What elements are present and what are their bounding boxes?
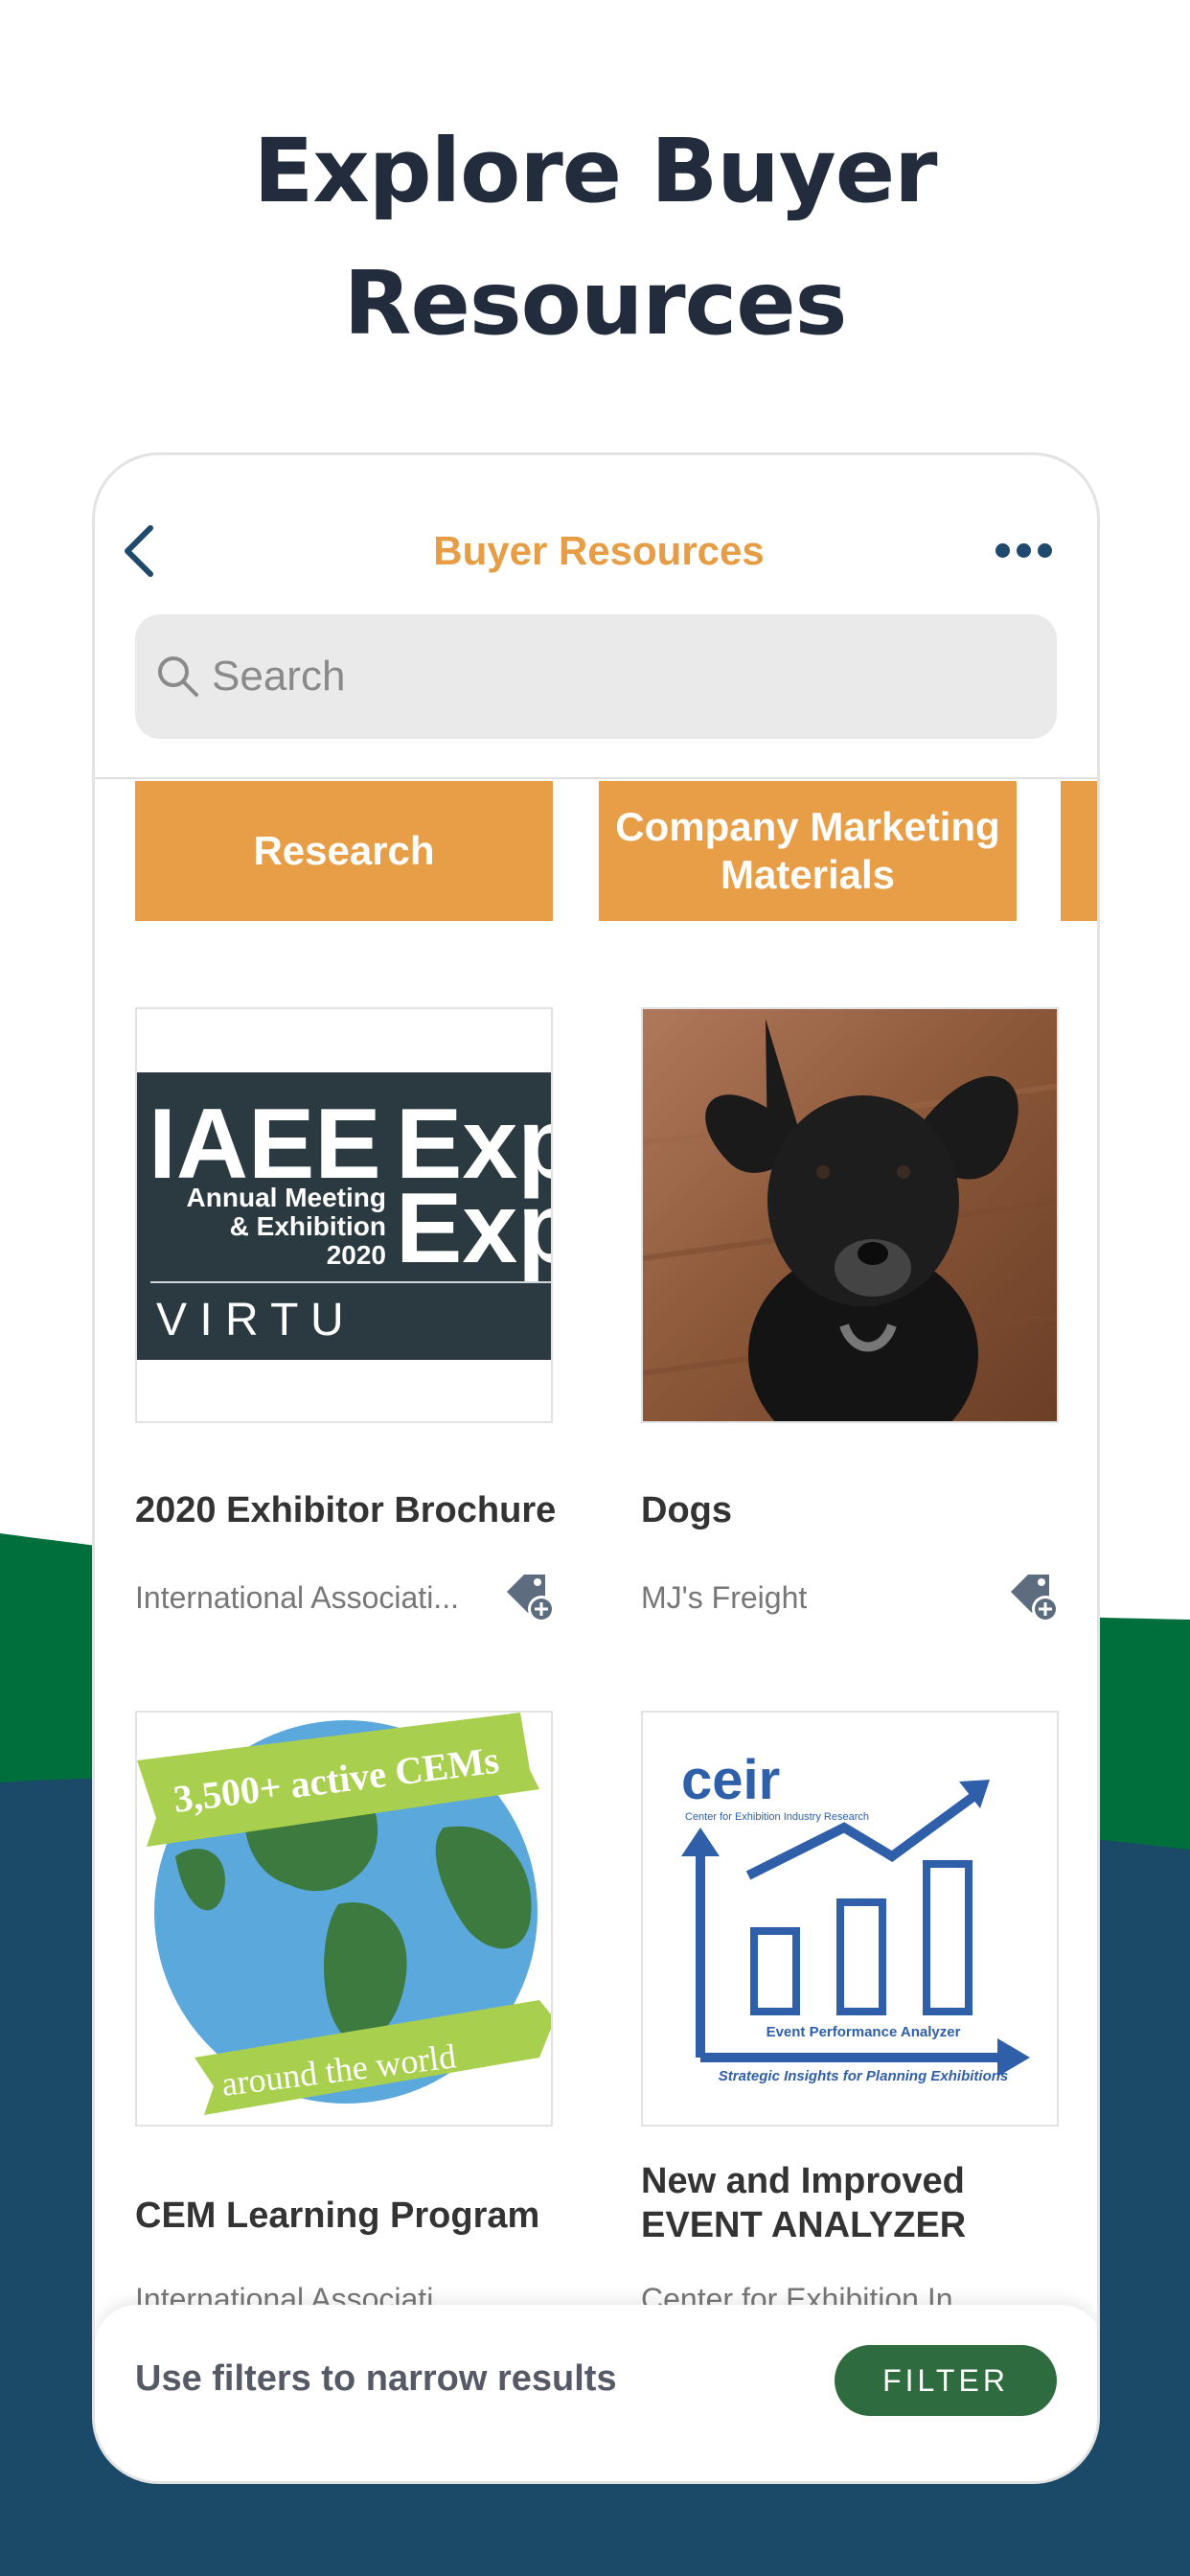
svg-text:Strategic Insights for Plannin: Strategic Insights for Planning Exhibiti…: [719, 2068, 1009, 2084]
card-image-exhibitor-brochure[interactable]: IAEE Exp Exp Annual Meeting & Exhibition…: [135, 1007, 553, 1423]
filter-button[interactable]: FILTER: [835, 2345, 1057, 2416]
card-title[interactable]: 2020 Exhibitor Brochure: [135, 1488, 556, 1532]
svg-text:ceir: ceir: [681, 1749, 780, 1811]
category-chip-research[interactable]: Research: [135, 781, 553, 921]
svg-text:& Exhibition: & Exhibition: [230, 1211, 386, 1241]
card-subtitle: International Associati...: [135, 1580, 459, 1615]
svg-text:Center for Exhibition Industry: Center for Exhibition Industry Research: [685, 1811, 869, 1823]
add-tag-icon[interactable]: [1007, 1571, 1061, 1624]
category-chip-more[interactable]: [1061, 781, 1097, 921]
card-subtitle: MJ's Freight: [641, 1580, 808, 1615]
svg-text:Event Performance Analyzer: Event Performance Analyzer: [767, 2024, 961, 2040]
nav-title: Buyer Resources: [433, 528, 765, 573]
search-icon: [158, 656, 198, 697]
hero-title: Explore Buyer Resources: [253, 120, 938, 355]
card-image-event-analyzer[interactable]: ceir Center for Exhibition Industry Rese…: [641, 1711, 1059, 2127]
card-image-dogs[interactable]: [641, 1007, 1059, 1423]
card-title[interactable]: New and Improved EVENT ANALYZER: [641, 2159, 966, 2247]
more-horizontal-icon[interactable]: [995, 543, 1053, 563]
category-chip-company-marketing[interactable]: Company Marketing Materials: [599, 781, 1017, 921]
svg-text:Exp: Exp: [396, 1173, 553, 1284]
card-image-cem-learning[interactable]: 3,500+ active CEMs around the world: [135, 1711, 553, 2127]
search-input[interactable]: Search: [135, 614, 1057, 739]
svg-text:Annual Meeting: Annual Meeting: [187, 1183, 386, 1212]
add-tag-icon[interactable]: [503, 1571, 557, 1624]
svg-text:2020: 2020: [327, 1240, 386, 1270]
divider: [95, 777, 1097, 779]
phone-frame: Buyer Resources Search Research Company …: [92, 452, 1100, 2484]
filter-bar: Use filters to narrow results FILTER: [95, 2305, 1097, 2481]
card-title[interactable]: CEM Learning Program: [135, 2194, 539, 2238]
card-title[interactable]: Dogs: [641, 1488, 732, 1532]
search-placeholder: Search: [212, 653, 346, 700]
filter-hint: Use filters to narrow results: [135, 2358, 617, 2399]
svg-text:V I R T U: V I R T U: [156, 1295, 344, 1346]
